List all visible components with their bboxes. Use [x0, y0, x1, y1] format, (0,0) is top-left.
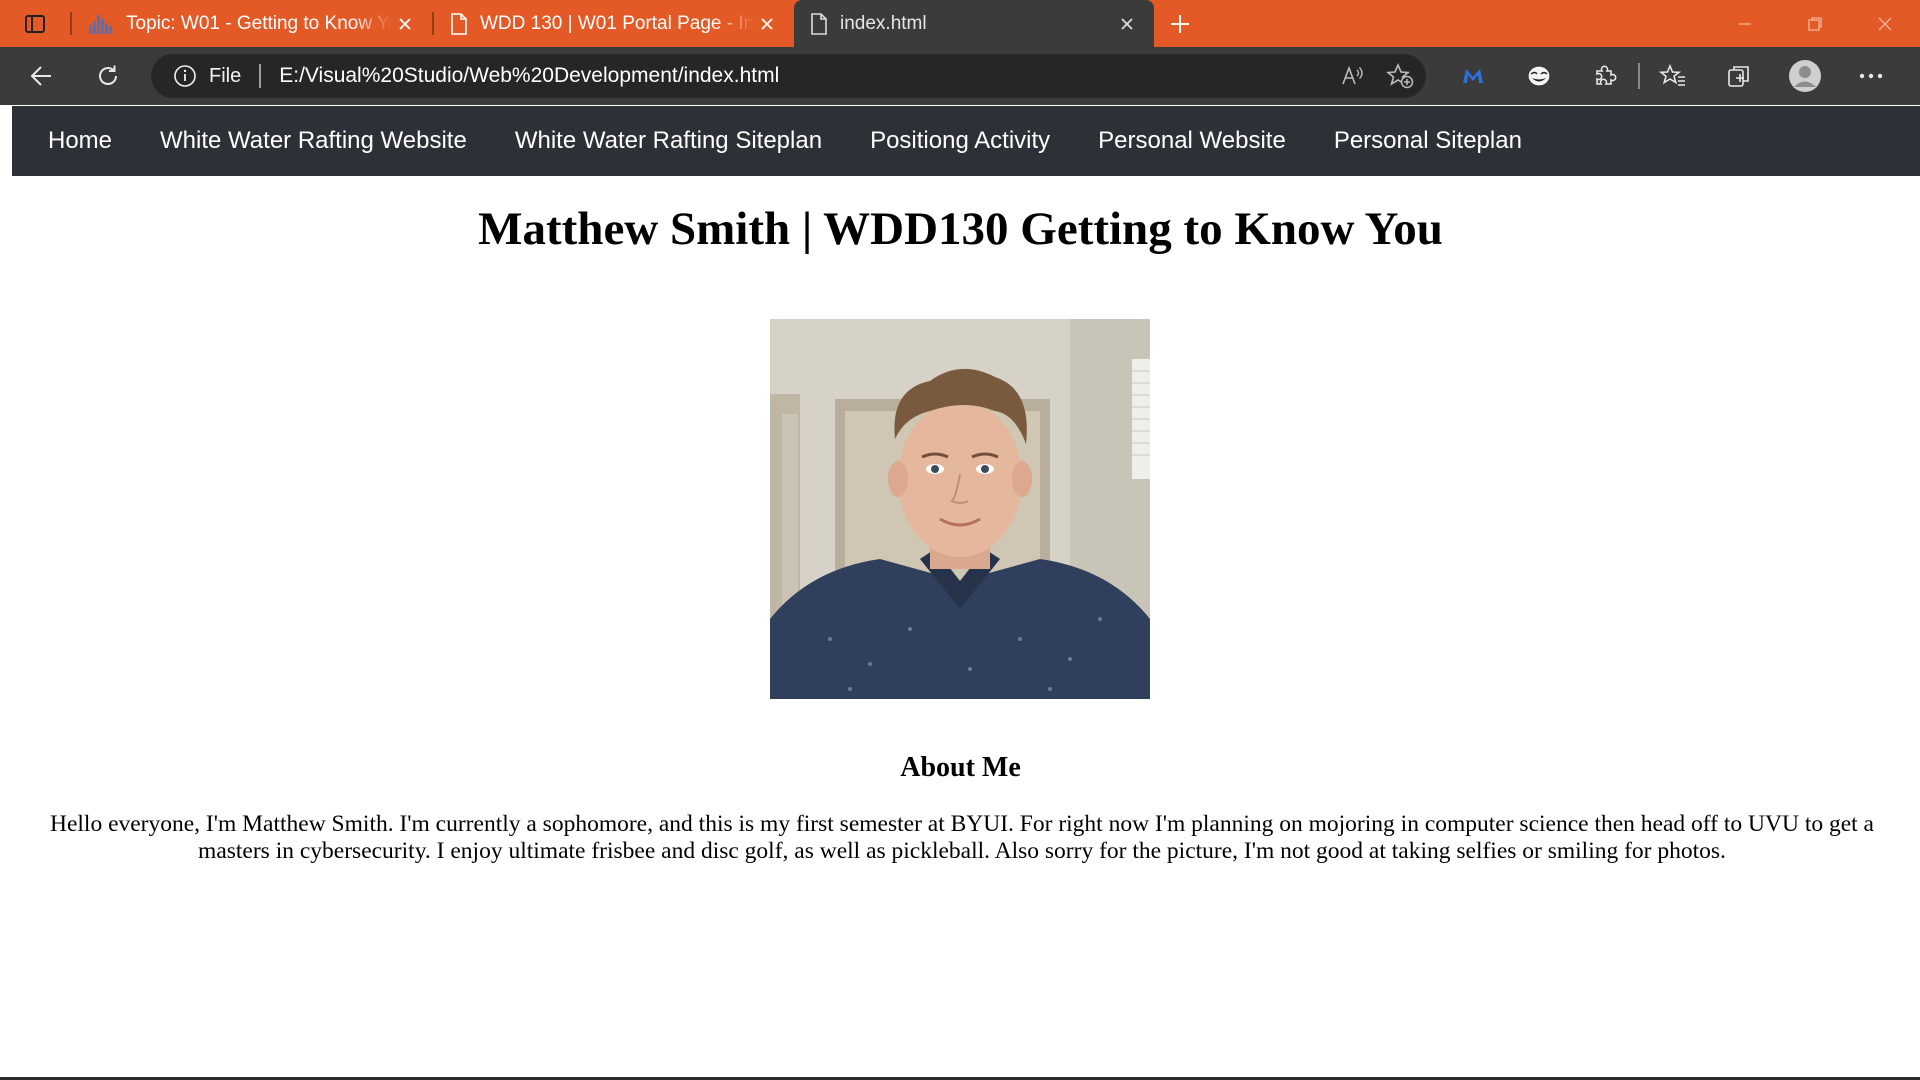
- extensions-button[interactable]: [1572, 47, 1638, 105]
- tab-wdd130-portal[interactable]: WDD 130 | W01 Portal Page - Ins: [434, 0, 794, 47]
- document-icon: [811, 12, 827, 35]
- profile-button[interactable]: [1772, 47, 1838, 105]
- toolbar-extensions: [1440, 47, 1904, 105]
- restore-icon: [1808, 16, 1822, 31]
- profile-photo-image: [770, 319, 1150, 699]
- minimize-icon: [1739, 22, 1751, 25]
- plus-icon: [1171, 14, 1189, 33]
- back-button[interactable]: [20, 54, 64, 98]
- address-bar[interactable]: File E:/Visual%20Studio/Web%20Developmen…: [151, 54, 1426, 98]
- page-title: Matthew Smith | WDD130 Getting to Know Y…: [478, 203, 1443, 255]
- tab-actions-icon: [25, 14, 45, 33]
- favorites-icon: [1659, 63, 1685, 86]
- read-aloud-button[interactable]: [1340, 64, 1366, 88]
- puzzle-icon: [1596, 65, 1617, 85]
- more-icon: [1859, 73, 1883, 79]
- browser-tab-strip: Topic: W01 - Getting to Know You WDD 130…: [0, 0, 1920, 47]
- restore-button[interactable]: [1780, 0, 1850, 47]
- new-tab-button[interactable]: [1154, 0, 1206, 47]
- tab-title: index.html: [840, 12, 927, 34]
- window-controls: [1710, 0, 1920, 47]
- tab-title: Topic: W01 - Getting to Know You: [126, 12, 392, 34]
- address-bar-actions: [1340, 54, 1414, 98]
- page-viewport: Home White Water Rafting Website White W…: [12, 106, 1920, 1078]
- tab-topic-w01[interactable]: Topic: W01 - Getting to Know You: [72, 0, 432, 47]
- tab-close-button[interactable]: [392, 11, 418, 37]
- malwarebytes-extension-button[interactable]: [1440, 47, 1506, 105]
- collections-icon: [1728, 66, 1749, 87]
- chart-icon: [89, 14, 112, 34]
- site-info-button[interactable]: File: [173, 64, 241, 88]
- star-add-icon: [1386, 63, 1414, 89]
- nav-link-rafting-website[interactable]: White Water Rafting Website: [136, 106, 491, 176]
- tab-actions-button[interactable]: [0, 0, 70, 47]
- back-arrow-icon: [30, 66, 51, 86]
- profile-photo: [770, 319, 1150, 699]
- collections-button[interactable]: [1706, 47, 1772, 105]
- close-window-button[interactable]: [1850, 0, 1920, 47]
- browser-toolbar: File E:/Visual%20Studio/Web%20Developmen…: [0, 47, 1920, 105]
- info-icon: [174, 65, 196, 87]
- nav-link-home[interactable]: Home: [24, 106, 136, 176]
- close-icon: [1878, 17, 1892, 30]
- nav-link-rafting-siteplan[interactable]: White Water Rafting Siteplan: [491, 106, 846, 176]
- troll-face-icon: [1527, 65, 1551, 87]
- about-heading: About Me: [900, 752, 1021, 783]
- tab-title: WDD 130 | W01 Portal Page - Ins: [480, 12, 754, 34]
- nav-link-personal-website[interactable]: Personal Website: [1074, 106, 1310, 176]
- close-icon: [1121, 17, 1133, 30]
- nav-link-positioning-activity[interactable]: Positiong Activity: [846, 106, 1074, 176]
- url-text[interactable]: E:/Visual%20Studio/Web%20Development/ind…: [279, 64, 779, 88]
- refresh-icon: [99, 65, 117, 85]
- close-icon: [761, 17, 773, 30]
- close-icon: [399, 17, 411, 30]
- nav-link-personal-siteplan[interactable]: Personal Siteplan: [1310, 106, 1546, 176]
- settings-more-button[interactable]: [1838, 47, 1904, 105]
- address-divider: [259, 64, 262, 88]
- extension-face-button[interactable]: [1506, 47, 1572, 105]
- minimize-button[interactable]: [1710, 0, 1780, 47]
- tab-close-button[interactable]: [1114, 11, 1140, 37]
- tab-index-html[interactable]: index.html: [794, 0, 1154, 47]
- site-navigation: Home White Water Rafting Website White W…: [12, 106, 1920, 176]
- document-icon: [451, 12, 467, 35]
- add-favorite-button[interactable]: [1386, 63, 1414, 89]
- avatar-icon: [1789, 60, 1821, 92]
- tab-close-button[interactable]: [754, 11, 780, 37]
- scheme-label: File: [209, 64, 242, 87]
- malwarebytes-icon: [1463, 69, 1483, 83]
- read-aloud-icon: [1342, 65, 1363, 85]
- about-paragraph: Hello everyone, I'm Matthew Smith. I'm c…: [49, 811, 1874, 864]
- refresh-button[interactable]: [86, 54, 130, 98]
- favorites-button[interactable]: [1640, 47, 1706, 105]
